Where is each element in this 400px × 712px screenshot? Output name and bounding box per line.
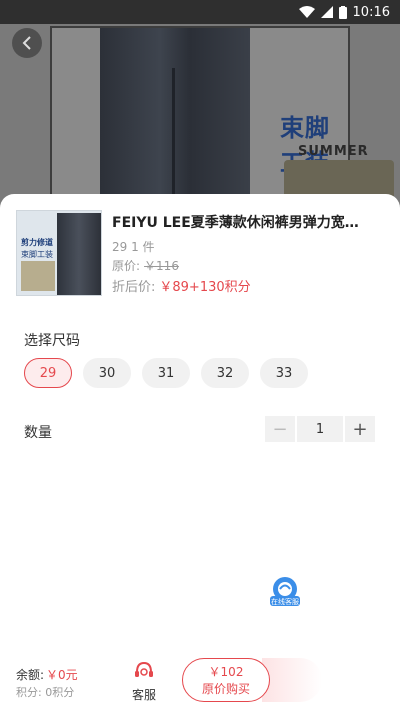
- battery-icon: [338, 5, 347, 19]
- back-button[interactable]: [12, 28, 42, 58]
- product-title: FEIYU LEE夏季薄款休闲裤男弹力宽松...: [112, 215, 372, 231]
- signal-icon: [320, 6, 333, 18]
- wifi-icon: [298, 6, 315, 18]
- balance-value: ￥0元: [46, 668, 78, 682]
- quantity-label: 数量: [24, 425, 52, 441]
- thumbnail-fabric: [21, 261, 55, 291]
- points-balance: 积分: 0积分: [16, 686, 75, 699]
- size-option-33[interactable]: 33: [260, 358, 308, 388]
- deal-price-label: 折后价:: [112, 280, 156, 295]
- original-price-label: 原价:: [112, 259, 141, 273]
- size-option-29[interactable]: 29: [24, 358, 72, 388]
- buy-label: 原价购买: [201, 682, 250, 696]
- balance: 余额: ￥0元: [16, 666, 78, 683]
- buy-price: ￥102: [208, 665, 244, 679]
- buy-at-original-price-button[interactable]: ￥102 原价购买: [182, 658, 270, 702]
- thumbnail-text-2: 束脚工装: [21, 250, 53, 259]
- quantity-increase-button[interactable]: +: [345, 416, 375, 442]
- banner-subtext: SUMMER: [298, 144, 369, 159]
- size-section-title: 选择尺码: [24, 333, 80, 349]
- bottom-action-bar: 余额: ￥0元 积分: 0积分 客服 ￥102 原价购买: [0, 652, 400, 712]
- deal-price-value: ￥89+130积分: [159, 280, 251, 295]
- balance-label: 余额:: [16, 668, 45, 682]
- stock-count: 29 1 件: [112, 240, 155, 254]
- thumbnail-text-1: 剪力修道: [21, 238, 53, 247]
- online-service-label: 在线客服: [271, 597, 299, 606]
- size-option-32[interactable]: 32: [201, 358, 249, 388]
- size-option-30[interactable]: 30: [83, 358, 131, 388]
- chevron-left-icon: [22, 36, 31, 50]
- original-price-value: ￥116: [144, 259, 179, 273]
- quantity-value[interactable]: 1: [297, 416, 343, 442]
- deal-price: 折后价: ￥89+130积分: [112, 276, 251, 295]
- buy-button-gradient: [262, 658, 322, 702]
- customer-service-label: 客服: [131, 688, 156, 702]
- product-thumbnail: 剪力修道 束脚工装: [16, 210, 102, 296]
- size-options: 29 30 31 32 33: [24, 358, 308, 388]
- quantity-decrease-button[interactable]: −: [265, 416, 295, 442]
- online-service-icon[interactable]: 在线客服: [268, 576, 302, 608]
- status-time: 10:16: [352, 4, 390, 20]
- original-price: 原价: ￥116: [112, 257, 179, 274]
- customer-service-button[interactable]: 客服: [124, 660, 164, 704]
- headset-icon: [135, 661, 153, 677]
- size-option-31[interactable]: 31: [142, 358, 190, 388]
- quantity-stepper: − 1 +: [265, 416, 375, 442]
- sku-selection-sheet: 剪力修道 束脚工装 FEIYU LEE夏季薄款休闲裤男弹力宽松... 29 1 …: [0, 194, 400, 712]
- status-bar: 10:16: [0, 0, 400, 24]
- thumbnail-jeans: [57, 213, 101, 295]
